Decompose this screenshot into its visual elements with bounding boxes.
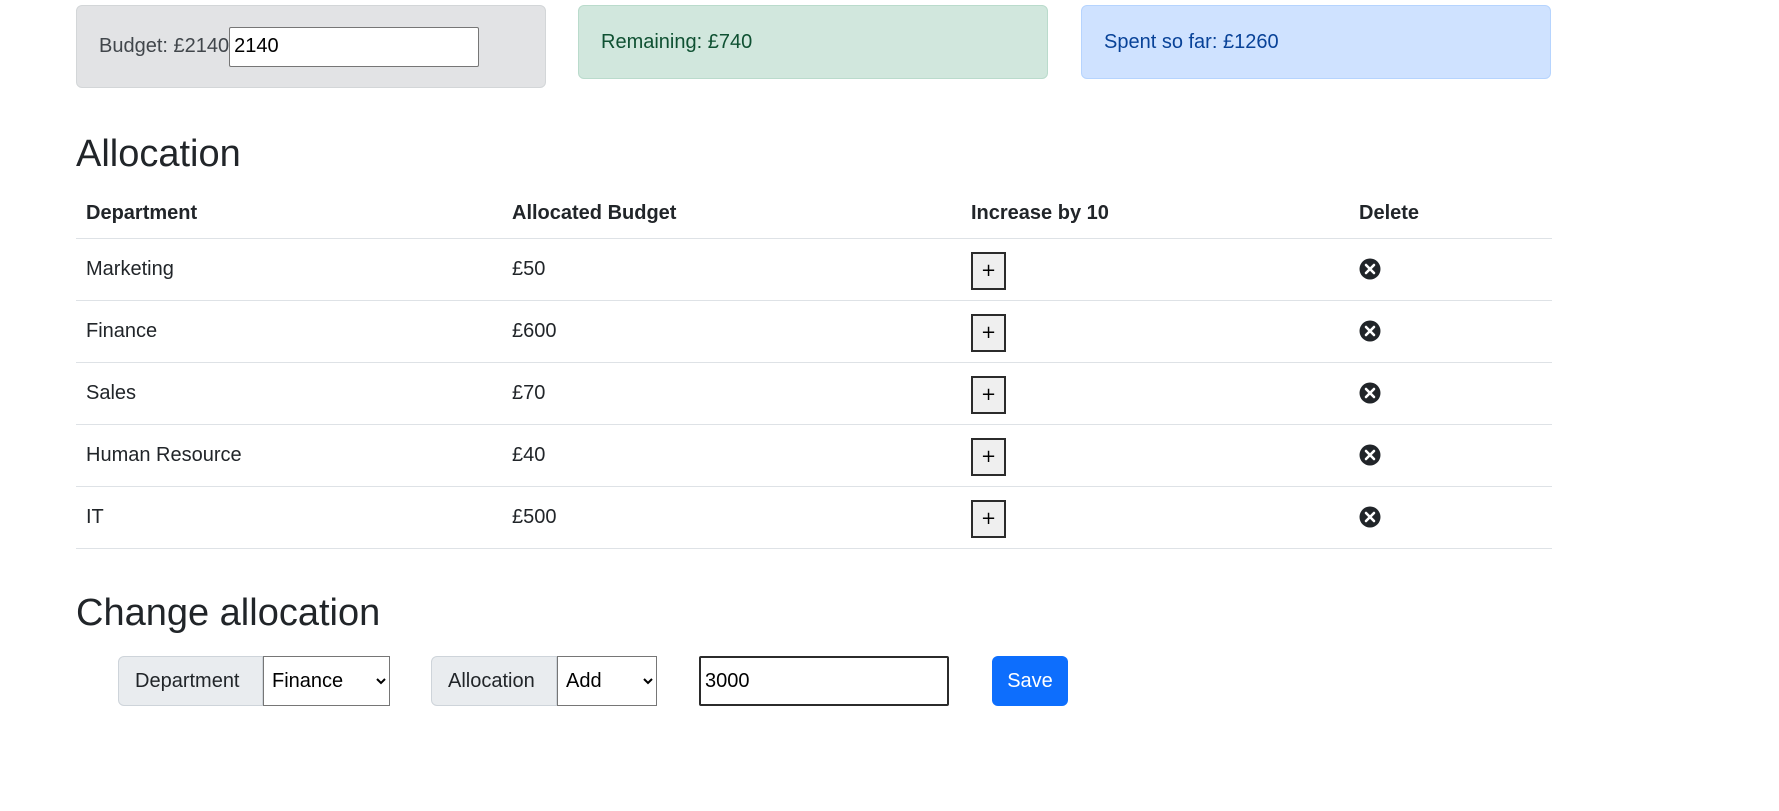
- allocation-type-select[interactable]: Add: [557, 656, 657, 706]
- delete-cell: [1349, 300, 1552, 363]
- table-row: IT £500 +: [76, 486, 1552, 549]
- increase-button[interactable]: +: [971, 251, 1006, 290]
- increase-button[interactable]: +: [971, 313, 1006, 352]
- amount-input[interactable]: [699, 656, 949, 706]
- circle-x-icon[interactable]: [1359, 506, 1381, 528]
- increase-button[interactable]: +: [971, 437, 1006, 476]
- remaining-label: Remaining: £740: [601, 30, 753, 53]
- circle-x-icon[interactable]: [1359, 444, 1381, 466]
- remaining-card: Remaining: £740: [578, 5, 1048, 79]
- change-allocation-heading: Change allocation: [76, 592, 381, 634]
- department-cell: Sales: [76, 362, 502, 425]
- circle-x-icon[interactable]: [1359, 320, 1381, 342]
- budget-cell: £50: [502, 238, 961, 301]
- budget-label: Budget: £2140: [99, 35, 230, 57]
- budget-card: Budget: £2140: [76, 5, 546, 88]
- budget-cell: £40: [502, 424, 961, 487]
- budget-cell: £70: [502, 362, 961, 425]
- department-cell: IT: [76, 486, 502, 549]
- spent-label: Spent so far: £1260: [1104, 30, 1279, 53]
- allocation-table: Department Allocated Budget Increase by …: [76, 188, 1552, 549]
- circle-x-icon[interactable]: [1359, 382, 1381, 404]
- table-row: Marketing £50 +: [76, 238, 1552, 301]
- delete-cell: [1349, 238, 1552, 301]
- budget-cell: £500: [502, 486, 961, 549]
- column-header-increase: Increase by 10: [961, 188, 1349, 239]
- column-header-department: Department: [76, 188, 502, 239]
- department-cell: Marketing: [76, 238, 502, 301]
- delete-cell: [1349, 424, 1552, 487]
- increase-button[interactable]: +: [971, 375, 1006, 414]
- increase-cell: +: [961, 238, 1349, 301]
- budget-input[interactable]: [229, 26, 480, 67]
- increase-cell: +: [961, 486, 1349, 549]
- table-row: Human Resource £40 +: [76, 424, 1552, 487]
- allocation-group: Allocation Add: [431, 656, 657, 706]
- increase-cell: +: [961, 300, 1349, 363]
- table-header-row: Department Allocated Budget Increase by …: [76, 188, 1552, 239]
- circle-x-icon[interactable]: [1359, 258, 1381, 280]
- column-header-delete: Delete: [1349, 188, 1552, 239]
- department-label: Department: [118, 656, 263, 706]
- increase-button[interactable]: +: [971, 499, 1006, 538]
- department-cell: Finance: [76, 300, 502, 363]
- increase-cell: +: [961, 424, 1349, 487]
- budget-cell: £600: [502, 300, 961, 363]
- allocation-label: Allocation: [431, 656, 557, 706]
- allocation-heading: Allocation: [76, 133, 241, 175]
- table-row: Sales £70 +: [76, 362, 1552, 425]
- department-group: Department Finance: [118, 656, 390, 706]
- delete-cell: [1349, 362, 1552, 425]
- spent-card: Spent so far: £1260: [1081, 5, 1551, 79]
- save-button[interactable]: Save: [992, 656, 1068, 706]
- column-header-allocated-budget: Allocated Budget: [502, 188, 961, 239]
- department-select[interactable]: Finance: [263, 656, 390, 706]
- delete-cell: [1349, 486, 1552, 549]
- department-cell: Human Resource: [76, 424, 502, 487]
- table-row: Finance £600 +: [76, 300, 1552, 363]
- increase-cell: +: [961, 362, 1349, 425]
